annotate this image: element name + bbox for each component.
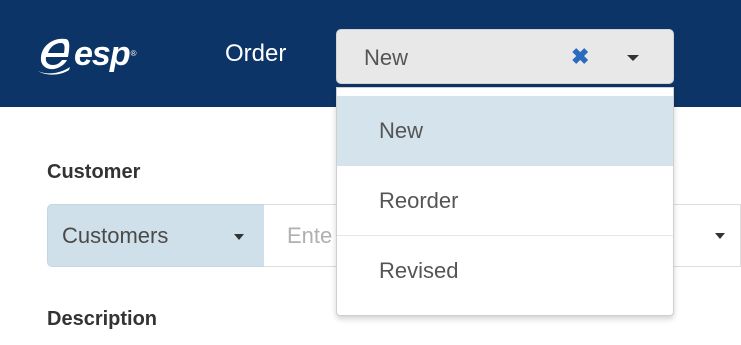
customer-type-value: Customers [62, 223, 169, 248]
order-label: Order [225, 40, 287, 67]
caret-down-icon [234, 234, 244, 240]
dropdown-option-label: New [379, 118, 424, 143]
dropdown-option-reorder[interactable]: Reorder [337, 166, 673, 236]
esp-logo-mark-icon [38, 38, 70, 75]
caret-down-icon[interactable] [715, 233, 725, 239]
dropdown-option-label: Reorder [379, 188, 459, 213]
caret-down-icon[interactable] [627, 55, 639, 61]
page: esp ® Order New ✖ Customer Customers Ent… [0, 0, 741, 345]
customer-type-dropdown[interactable]: Customers [47, 204, 264, 267]
description-label: Description [47, 308, 158, 330]
customer-label: Customer [47, 161, 141, 183]
logo-registered-mark: ® [130, 49, 137, 58]
customer-search-placeholder: Ente [287, 223, 333, 248]
dropdown-option-revised[interactable]: Revised [337, 236, 673, 306]
clear-icon[interactable]: ✖ [571, 46, 589, 68]
order-type-value: New [364, 45, 409, 70]
dropdown-option-new[interactable]: New [337, 96, 673, 166]
order-type-select[interactable]: New ✖ [336, 29, 674, 84]
dropdown-option-label: Revised [379, 258, 459, 283]
order-type-dropdown-menu: New Reorder Revised [336, 87, 674, 316]
esp-logo[interactable]: esp ® [36, 30, 137, 78]
logo-text: esp [74, 35, 131, 73]
